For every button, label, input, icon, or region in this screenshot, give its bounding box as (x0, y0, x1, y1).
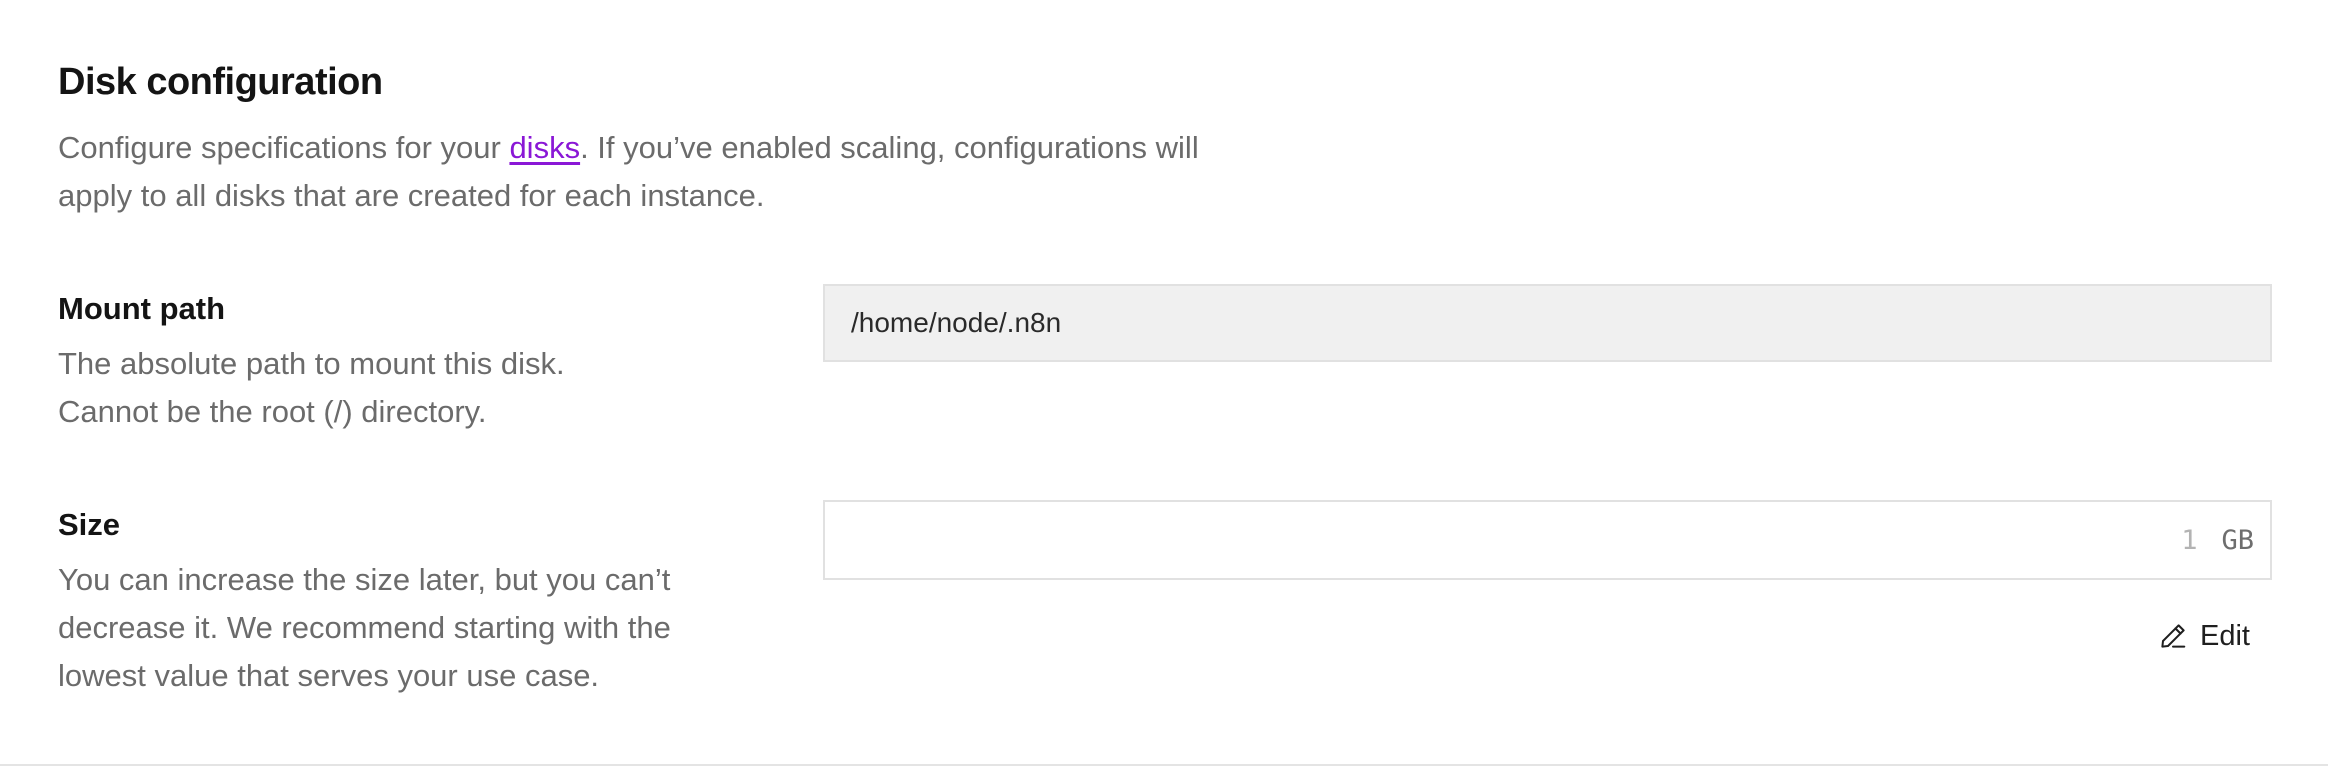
mount-path-help: The absolute path to mount this disk. Ca… (58, 340, 778, 436)
size-field[interactable]: 1 GB (823, 500, 2272, 580)
size-label: Size (58, 507, 121, 542)
mount-path-label: Mount path (58, 291, 226, 326)
section-title: Disk configuration (58, 61, 383, 103)
pencil-icon (2161, 624, 2186, 648)
edit-button[interactable]: Edit (2158, 616, 2250, 656)
section-description: Configure specifications for your disks.… (58, 124, 1258, 220)
mount-path-field[interactable]: /home/node/.n8n (823, 284, 2272, 362)
edit-button-label: Edit (2200, 619, 2250, 652)
mount-path-help-line-2: Cannot be the root (/) directory. (58, 394, 487, 429)
size-unit: GB (2221, 524, 2254, 556)
mount-path-help-line-1: The absolute path to mount this disk. (58, 346, 565, 381)
disks-link[interactable]: disks (509, 130, 580, 165)
description-text-start: Configure specifications for your (58, 130, 510, 165)
size-help: You can increase the size later, but you… (58, 562, 671, 693)
mount-path-value: /home/node/.n8n (851, 307, 1062, 338)
size-value: 1 (2181, 524, 2198, 556)
